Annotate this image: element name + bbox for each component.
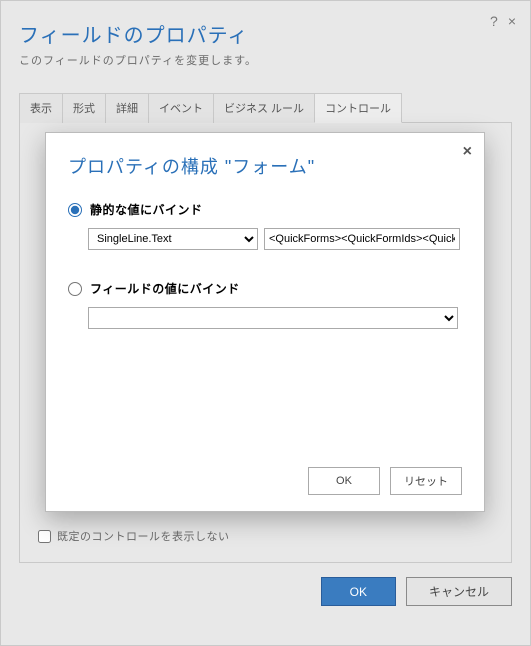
cancel-button[interactable]: キャンセル — [406, 577, 512, 606]
radio-field-label: フィールドの値にバインド — [90, 280, 240, 297]
tab-format[interactable]: 形式 — [62, 93, 106, 123]
panel-header: フィールドのプロパティ このフィールドのプロパティを変更します。 ? × — [19, 19, 512, 68]
close-icon[interactable]: × — [508, 13, 516, 29]
radio-static-value[interactable] — [68, 203, 82, 217]
hide-default-control-checkbox[interactable] — [38, 530, 51, 543]
panel-footer-buttons: OK キャンセル — [19, 577, 512, 606]
panel-header-icons: ? × — [490, 13, 516, 29]
modal-close-icon[interactable]: × — [463, 143, 472, 161]
radio-static-label: 静的な値にバインド — [90, 201, 203, 218]
tab-display[interactable]: 表示 — [19, 93, 63, 123]
option-static-row: 静的な値にバインド — [68, 201, 462, 218]
tab-business-rules[interactable]: ビジネス ルール — [213, 93, 315, 123]
help-icon[interactable]: ? — [490, 13, 498, 29]
modal-reset-button[interactable]: リセット — [390, 467, 462, 495]
field-select-wrap — [88, 307, 462, 329]
tab-controls[interactable]: コントロール — [314, 93, 402, 123]
hide-default-control-label: 既定のコントロールを表示しない — [57, 528, 230, 544]
panel-subtitle: このフィールドのプロパティを変更します。 — [19, 52, 512, 68]
modal-title: プロパティの構成 "フォーム" — [68, 153, 462, 179]
radio-field-value[interactable] — [68, 282, 82, 296]
modal-ok-button[interactable]: OK — [308, 467, 380, 495]
tab-bar: 表示 形式 詳細 イベント ビジネス ルール コントロール — [19, 92, 512, 123]
modal-footer-buttons: OK リセット — [308, 467, 462, 495]
ok-button[interactable]: OK — [321, 577, 396, 606]
static-value-input[interactable] — [264, 228, 460, 250]
hide-default-control-row: 既定のコントロールを表示しない — [38, 528, 230, 544]
static-inputs: SingleLine.Text — [88, 228, 462, 250]
option-field-row: フィールドの値にバインド — [68, 280, 462, 297]
tab-details[interactable]: 詳細 — [105, 93, 149, 123]
static-type-select[interactable]: SingleLine.Text — [88, 228, 258, 250]
tab-events[interactable]: イベント — [148, 93, 214, 123]
panel-title: フィールドのプロパティ — [19, 19, 512, 48]
configure-property-modal: × プロパティの構成 "フォーム" 静的な値にバインド SingleLine.T… — [45, 132, 485, 512]
field-value-select[interactable] — [88, 307, 458, 329]
